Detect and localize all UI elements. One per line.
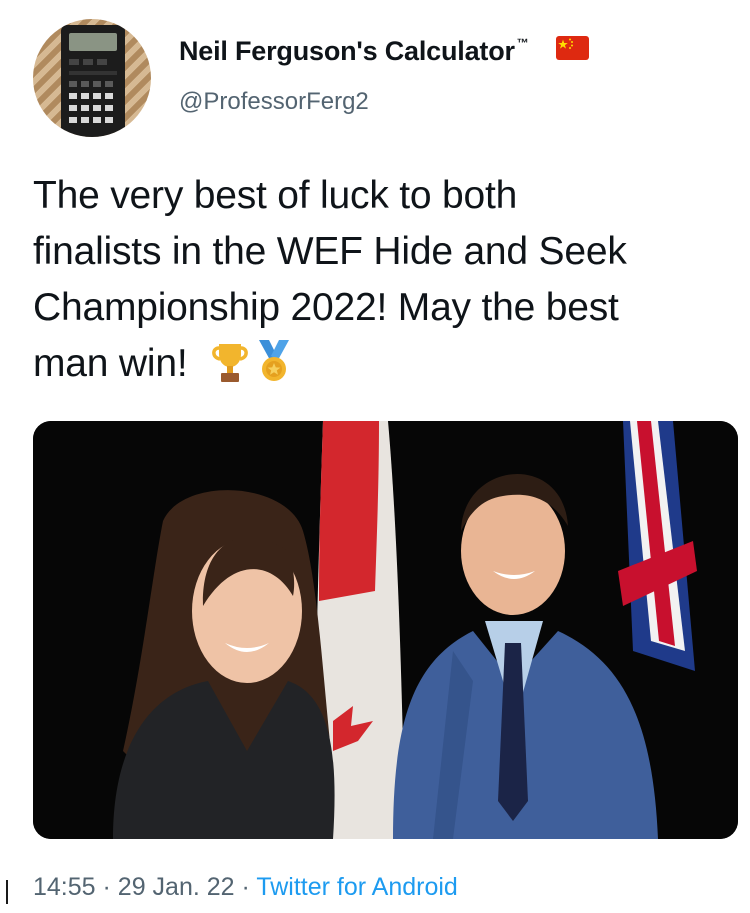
trademark-mark: ™ (516, 36, 529, 50)
medal-icon (255, 338, 293, 400)
avatar[interactable] (33, 19, 151, 137)
china-flag-icon (556, 36, 589, 60)
tweet-photo[interactable] (33, 421, 738, 839)
tweet-text-line: The very best of luck to both (33, 174, 518, 217)
meta-separator: · (241, 873, 250, 901)
tweet-text-line: Championship 2022! May the best (33, 286, 619, 329)
tweet-date[interactable]: 29 Jan. 22 (118, 873, 235, 901)
tweet-card: Neil Ferguson's Calculator ™ @ProfessorFe… (0, 0, 750, 913)
tweet-text-line: man win! (33, 342, 188, 385)
trophy-icon (209, 340, 251, 400)
tweet-text-line: finalists in the WEF Hide and Seek (33, 230, 627, 273)
tweet-meta: 14:55 · 29 Jan. 22 · Twitter for Android (33, 873, 458, 902)
tweet-time[interactable]: 14:55 (33, 873, 96, 901)
display-name[interactable]: Neil Ferguson's Calculator ™ (179, 36, 529, 67)
tweet-text: The very best of luck to both finalists … (33, 168, 733, 400)
tweet-text-line-last: man win! (33, 336, 733, 400)
meta-separator: · (102, 873, 111, 901)
text-cursor (6, 880, 8, 904)
photo-illustration (33, 421, 738, 839)
tweet-source-link[interactable]: Twitter for Android (256, 873, 457, 901)
display-name-text: Neil Ferguson's Calculator (179, 36, 515, 66)
calculator-icon (61, 25, 125, 137)
user-handle[interactable]: @ProfessorFerg2 (179, 88, 369, 116)
